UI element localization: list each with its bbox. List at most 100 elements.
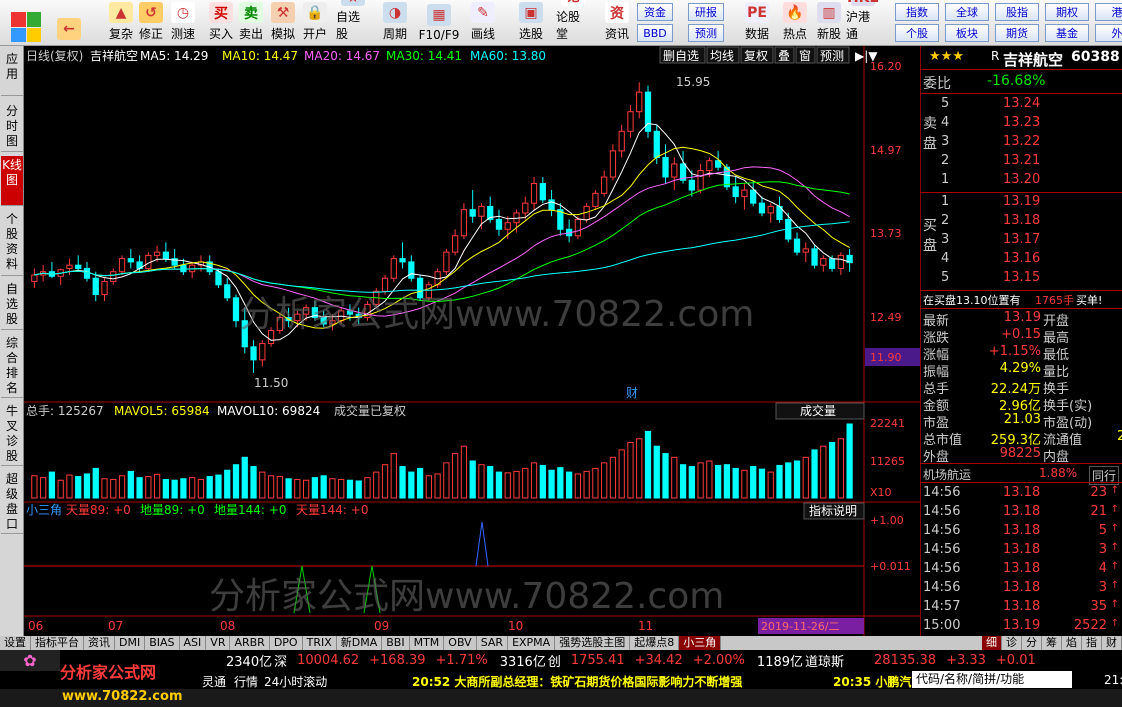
market-button-2[interactable]: 股指 bbox=[995, 3, 1039, 21]
bbd-button[interactable]: BBD bbox=[637, 24, 673, 42]
fix-button[interactable]: ↺ 修正 bbox=[134, 2, 168, 44]
watchlist-button[interactable]: ★ 自选股 bbox=[336, 0, 370, 44]
tab-kline[interactable]: K线图 bbox=[1, 156, 23, 206]
tab-stock-info[interactable]: 个股资料 bbox=[1, 210, 23, 276]
indicator-tab-10[interactable]: 新DMA bbox=[337, 636, 383, 650]
indicator-tab-4[interactable]: BIAS bbox=[145, 636, 180, 650]
speed-button[interactable]: ◷ 测速 bbox=[166, 2, 200, 44]
news-tab-lingtong[interactable]: 灵通 bbox=[202, 673, 226, 690]
data-button[interactable]: PE 数据 bbox=[740, 2, 774, 44]
indicator-tab-5[interactable]: ASI bbox=[180, 636, 207, 650]
back-button[interactable]: ← bbox=[52, 2, 86, 44]
up-down-button[interactable]: ▲ 复杂 bbox=[104, 2, 138, 44]
chart-canvas[interactable]: 日线(复权) 吉祥航空 MA5: 14.29 MA10: 14.47 MA20:… bbox=[24, 46, 920, 636]
indicator-help-label[interactable]: 指标说明 bbox=[809, 503, 857, 518]
market-button-1[interactable]: 全球 bbox=[945, 3, 989, 21]
quote-tab-1[interactable]: 诊 bbox=[1002, 636, 1022, 650]
tab-apps[interactable]: 应用 bbox=[1, 50, 23, 96]
hot-button[interactable]: 🔥 热点 bbox=[778, 2, 812, 44]
quote-tab-6[interactable]: 财 bbox=[1102, 636, 1122, 650]
market-button-3[interactable]: 期权 bbox=[1045, 3, 1089, 21]
quote-tab-0[interactable]: 细 bbox=[982, 636, 1002, 650]
tab-super-panel[interactable]: 超级盘口 bbox=[1, 470, 23, 534]
chart-btn-2[interactable]: 复权 bbox=[744, 49, 768, 63]
market-button-7[interactable]: 期货 bbox=[995, 24, 1039, 42]
indicator-tab-2[interactable]: 资讯 bbox=[84, 636, 115, 650]
quote-tab-5[interactable]: 指 bbox=[1082, 636, 1102, 650]
indicator-tab-17[interactable]: 起爆点8 bbox=[630, 636, 680, 650]
indicator-tab-9[interactable]: TRIX bbox=[303, 636, 337, 650]
new-button[interactable]: ▥ 新股 bbox=[812, 2, 846, 44]
market-button-0[interactable]: 指数 bbox=[895, 3, 939, 21]
indicator-tab-13[interactable]: OBV bbox=[444, 636, 477, 650]
indicator-tab-bar: 设置 指标平台 资讯 DMI BIAS ASI VR ARBR DPO TRIX 新DMA BBI MT… bbox=[0, 636, 1122, 650]
quote-tab-3[interactable]: 筹 bbox=[1042, 636, 1062, 650]
volume-bar bbox=[732, 467, 739, 499]
news-tab-24h[interactable]: 24小时滚动 bbox=[264, 673, 327, 690]
indicator-tab-18[interactable]: 小三角 bbox=[679, 636, 722, 650]
ask-row[interactable]: 4 13.23 bbox=[921, 115, 1122, 132]
indicator-tab-16[interactable]: 强势选股主图 bbox=[555, 636, 631, 650]
chart-btn-4[interactable]: 窗 bbox=[799, 49, 811, 63]
quote-tab-2[interactable]: 分 bbox=[1022, 636, 1042, 650]
hk-button[interactable]: HKE 沪港通 bbox=[846, 0, 880, 44]
sector-name[interactable]: 机场航运 bbox=[923, 466, 971, 483]
candle-body bbox=[215, 271, 222, 286]
ask-row[interactable]: 5 13.24 bbox=[921, 96, 1122, 113]
search-input[interactable]: 代码/名称/简拼/功能 bbox=[912, 671, 1072, 688]
indicator-tab-8[interactable]: DPO bbox=[270, 636, 303, 650]
chart-btn-3[interactable]: 叠 bbox=[778, 49, 790, 63]
forum-button[interactable]: 论论股堂 bbox=[556, 0, 590, 44]
buy-button[interactable]: 买买入 bbox=[204, 2, 238, 44]
logo-icon[interactable] bbox=[6, 2, 46, 44]
news-headline-2[interactable]: 20:35 小鹏汽 bbox=[833, 673, 911, 690]
ask-row[interactable]: 3 13.22 bbox=[921, 134, 1122, 151]
indicator-tab-3[interactable]: DMI bbox=[115, 636, 146, 650]
bid-row[interactable]: 2 13.18 bbox=[921, 213, 1122, 230]
forecast-button[interactable]: 预测 bbox=[688, 24, 724, 42]
ask-row[interactable]: 1 13.20 bbox=[921, 172, 1122, 189]
indicator-tab-11[interactable]: BBI bbox=[382, 636, 410, 650]
kline-chart[interactable]: 日线(复权) 吉祥航空 MA5: 14.29 MA10: 14.47 MA20:… bbox=[24, 46, 920, 636]
chart-btn-5[interactable]: 预测 bbox=[820, 49, 844, 63]
market-button-9[interactable]: 外 bbox=[1095, 24, 1122, 42]
indicator-tab-7[interactable]: ARBR bbox=[230, 636, 270, 650]
tab-diagnose[interactable]: 牛叉诊股 bbox=[1, 402, 23, 466]
indicator-tab-15[interactable]: EXPMA bbox=[508, 636, 556, 650]
candle-body bbox=[443, 251, 450, 273]
simulate-button[interactable]: ⚒ 模拟 bbox=[266, 2, 300, 44]
market-button-5[interactable]: 个股 bbox=[895, 24, 939, 42]
funds-button[interactable]: 资金 bbox=[637, 3, 673, 21]
market-button-4[interactable]: 港 bbox=[1095, 3, 1122, 21]
open-button[interactable]: 🔒 开户 bbox=[298, 2, 332, 44]
chart-btn-0[interactable]: 删自选 bbox=[663, 49, 699, 63]
news-tab-market[interactable]: 行情 bbox=[234, 673, 258, 690]
bid-row[interactable]: 4 13.16 bbox=[921, 251, 1122, 268]
tab-ranking[interactable]: 综合排名 bbox=[1, 334, 23, 398]
tab-watchlist[interactable]: 自选股 bbox=[1, 280, 23, 330]
draw-button[interactable]: ✎ 画线 bbox=[466, 2, 500, 44]
bid-row[interactable]: 3 13.17 bbox=[921, 232, 1122, 249]
ask-row[interactable]: 2 13.21 bbox=[921, 153, 1122, 170]
f10-button[interactable]: ▦ F10/F9 bbox=[419, 2, 459, 44]
ask-price: 13.23 bbox=[1003, 115, 1041, 130]
indicator-tab-12[interactable]: MTM bbox=[410, 636, 445, 650]
indicator-tab-1[interactable]: 指标平台 bbox=[31, 636, 84, 650]
info-button[interactable]: 资资讯 bbox=[600, 2, 634, 44]
market-button-8[interactable]: 基金 bbox=[1045, 24, 1089, 42]
period-button[interactable]: ◑ 周期 bbox=[378, 2, 412, 44]
indicator-tab-0[interactable]: 设置 bbox=[0, 636, 31, 650]
chart-btn-1[interactable]: 均线 bbox=[710, 49, 734, 63]
indicator-tab-14[interactable]: SAR bbox=[477, 636, 509, 650]
quote-tab-4[interactable]: 焰 bbox=[1062, 636, 1082, 650]
tab-intraday[interactable]: 分时图 bbox=[1, 102, 23, 152]
vol-dropdown-label[interactable]: 成交量 bbox=[800, 403, 836, 418]
sell-button[interactable]: 卖卖出 bbox=[234, 2, 268, 44]
news-headline[interactable]: 20:52 大商所副总经理：铁矿石期货价格国际影响力不断增强 bbox=[412, 673, 742, 690]
market-button-6[interactable]: 板块 bbox=[945, 24, 989, 42]
bid-row[interactable]: 5 13.15 bbox=[921, 270, 1122, 287]
indicator-tab-6[interactable]: VR bbox=[206, 636, 231, 650]
select-button[interactable]: ▣ 选股 bbox=[514, 2, 548, 44]
research-button[interactable]: 研报 bbox=[688, 3, 724, 21]
bid-row[interactable]: 1 13.19 bbox=[921, 194, 1122, 211]
